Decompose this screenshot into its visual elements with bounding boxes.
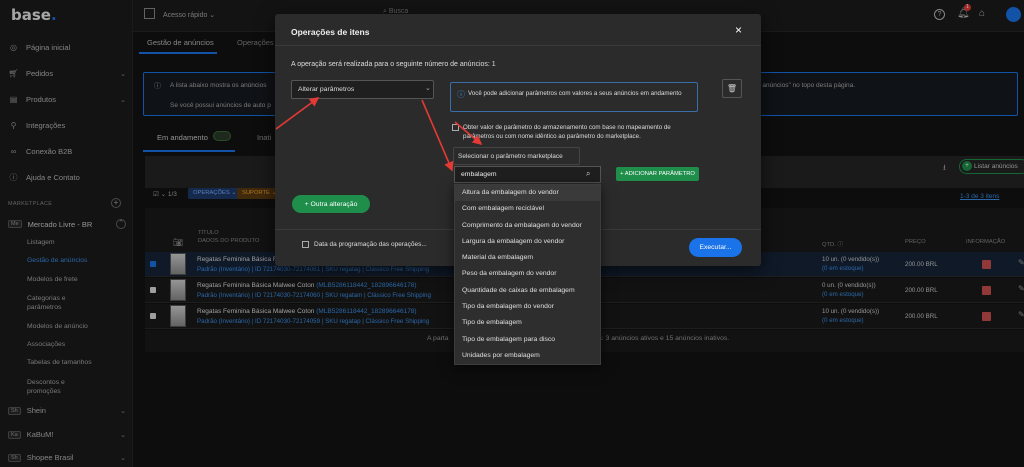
param-option[interactable]: Largura da embalagem do vendor (455, 234, 600, 250)
param-option[interactable]: Tipo da embalagem do vendor (455, 299, 600, 315)
search-icon: ⌕ (586, 169, 591, 178)
other-change-button[interactable]: + Outra alteração (292, 195, 370, 213)
info-icon: ⓘ (457, 90, 465, 99)
chevron-down-icon: ⌄ (425, 85, 431, 92)
schedule-label: Data da programação das operações... (314, 241, 427, 248)
param-option[interactable]: Tipo de embalagem (455, 315, 600, 331)
param-option[interactable]: Tipo de embalagem para disco (455, 332, 600, 348)
param-option[interactable]: Altura da embalagem do vendor (455, 185, 600, 202)
param-options-list: Altura da embalagem do vendor Com embala… (454, 184, 601, 365)
param-option[interactable]: Comprimento da embalagem do vendor (455, 218, 600, 234)
param-search-input[interactable]: embalagem ⌕ (454, 166, 601, 183)
modal-subtitle: A operação será realizada para o seguint… (291, 61, 496, 68)
param-select-label: Selecionar o parâmetro marketplace (458, 153, 563, 160)
modal-title: Operações de itens (291, 27, 370, 37)
operation-select[interactable]: Alterar parâmetros ⌄ (291, 80, 434, 99)
param-option[interactable]: Unidades por embalagem (455, 348, 600, 364)
param-select[interactable]: Selecionar o parâmetro marketplace (453, 147, 580, 165)
schedule-checkbox[interactable] (302, 241, 309, 248)
param-option[interactable]: Peso da embalagem do vendor (455, 266, 600, 282)
param-info-box: ⓘ Você pode adicionar parâmetros com val… (450, 82, 698, 112)
param-search-value: embalagem (461, 171, 497, 178)
param-option[interactable]: Material da embalagem (455, 250, 600, 266)
trash-icon[interactable]: 🗑︎ (722, 79, 742, 98)
divider (275, 45, 761, 46)
add-parameter-button[interactable]: + ADICIONAR PARÂMETRO (616, 167, 699, 181)
storage-value-checkbox[interactable] (452, 124, 459, 131)
param-option[interactable]: Com embalagem reciclável (455, 201, 600, 217)
operation-select-value: Alterar parâmetros (298, 86, 355, 93)
close-icon[interactable]: × (735, 23, 742, 37)
execute-button[interactable]: Executar... (689, 238, 742, 257)
param-info-text: Você pode adicionar parâmetros com valor… (468, 90, 682, 97)
storage-value-label: Obter valor de parâmetro do armazenament… (463, 124, 671, 140)
param-option[interactable]: Quantidade de caixas de embalagem (455, 283, 600, 299)
